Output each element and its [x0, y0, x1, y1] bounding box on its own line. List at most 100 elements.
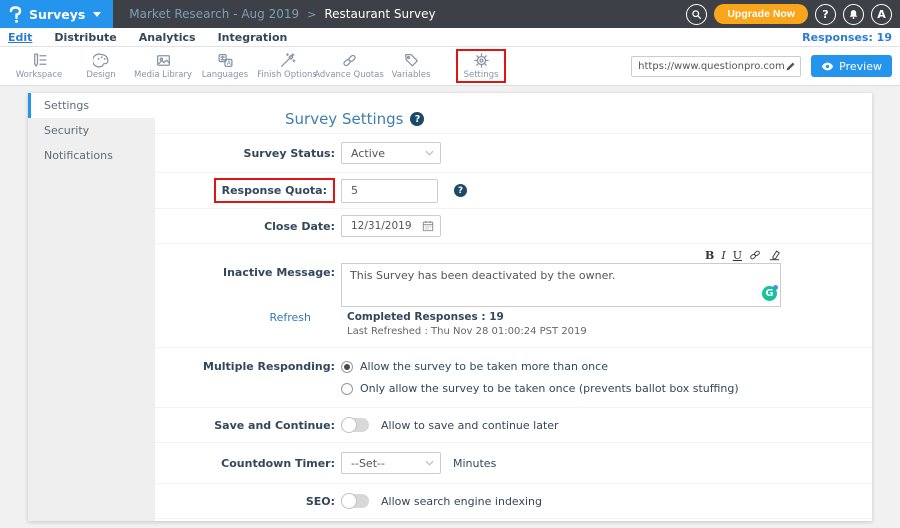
countdown-timer-row: Countdown Timer: --Set-- Minutes [155, 442, 872, 483]
surveys-menu[interactable]: Surveys [0, 0, 113, 28]
survey-status-label: Survey Status: [155, 147, 341, 160]
countdown-timer-label: Countdown Timer: [155, 457, 341, 470]
grammarly-icon: G [762, 286, 777, 301]
toolbar-item-label: Variables [392, 70, 431, 80]
toolbar-item-advance-quotas[interactable]: Advance Quotas [318, 52, 380, 80]
format-toolbar: B I U [341, 248, 781, 261]
languages-icon: A [217, 52, 234, 69]
settings-sidebar: Settings Security Notifications [28, 93, 155, 521]
radio-multiple-allowed[interactable] [341, 361, 353, 373]
bell-icon [848, 9, 859, 20]
notifications-button[interactable] [843, 4, 864, 25]
multiple-responding-label: Multiple Responding: [155, 360, 341, 373]
toolbar-item-label: Languages [202, 70, 248, 80]
preview-icon [821, 62, 834, 71]
radio-multiple-allowed-label[interactable]: Allow the survey to be taken more than o… [360, 360, 608, 373]
workspace-icon [31, 52, 48, 69]
responses-count[interactable]: Responses: 19 [802, 31, 892, 44]
close-date-input[interactable] [351, 220, 415, 232]
countdown-timer-value: --Set-- [351, 457, 425, 470]
save-continue-label: Save and Continue: [155, 419, 341, 432]
seo-text: Allow search engine indexing [381, 495, 542, 508]
page-title: Survey Settings [285, 110, 403, 128]
preview-label: Preview [839, 60, 882, 73]
avatar[interactable]: A [871, 4, 892, 25]
search-icon [691, 9, 702, 20]
bold-button[interactable]: B [705, 250, 714, 261]
underline-button[interactable]: U [733, 250, 742, 261]
inactive-message-textarea[interactable]: This Survey has been deactivated by the … [341, 263, 781, 307]
svg-text:A: A [226, 61, 230, 67]
toolbar-item-workspace[interactable]: Workspace [8, 52, 70, 80]
seo-toggle[interactable] [341, 494, 369, 508]
survey-nav: Edit Distribute Analytics Integration Re… [0, 28, 900, 47]
content-area: Settings Security Notifications Survey S… [0, 86, 900, 528]
preview-button[interactable]: Preview [811, 55, 892, 77]
top-bar: Surveys Market Research - Aug 2019 > Res… [0, 0, 900, 28]
title-help-icon[interactable]: ? [410, 112, 424, 126]
seo-row: SEO: Allow search engine indexing [155, 483, 872, 518]
tab-edit[interactable]: Edit [8, 31, 32, 44]
search-button[interactable] [686, 4, 707, 25]
save-continue-row: Save and Continue: Allow to save and con… [155, 407, 872, 442]
topbar-actions: Upgrade Now ? A [686, 4, 892, 25]
multiple-responding-row: Multiple Responding: Allow the survey to… [155, 347, 872, 407]
help-button[interactable]: ? [815, 4, 836, 25]
italic-button[interactable]: I [721, 250, 725, 261]
upgrade-now-button[interactable]: Upgrade Now [714, 4, 808, 24]
refresh-row: Refresh Completed Responses : 19 Last Re… [155, 311, 781, 337]
settings-panel: Settings Security Notifications Survey S… [28, 93, 872, 521]
breadcrumb-separator: > [307, 8, 316, 21]
title-row: Survey Settings ? [285, 105, 872, 133]
response-quota-row: Response Quota: ? [155, 172, 872, 208]
variables-icon [403, 52, 420, 69]
edit-url-icon[interactable] [785, 61, 796, 72]
save-row: Save Changes [155, 518, 872, 521]
toolbar-item-languages[interactable]: A Languages [194, 52, 256, 80]
refresh-link[interactable]: Refresh [155, 311, 341, 337]
sidebar-item-notifications[interactable]: Notifications [28, 143, 155, 168]
survey-status-select[interactable]: Active [341, 142, 441, 164]
close-date-picker[interactable] [341, 215, 441, 237]
logo-icon [8, 6, 23, 23]
toolbar-item-settings[interactable]: Settings [456, 49, 506, 83]
toolbar-item-label: Workspace [16, 70, 62, 80]
toolbar-item-label: Settings [464, 70, 499, 80]
toolbar-item-variables[interactable]: Variables [380, 52, 442, 80]
link-icon[interactable] [749, 249, 761, 261]
breadcrumb-parent[interactable]: Market Research - Aug 2019 [129, 7, 299, 21]
countdown-timer-select[interactable]: --Set-- [341, 452, 441, 474]
response-quota-label: Response Quota: [214, 178, 335, 203]
tab-analytics[interactable]: Analytics [139, 31, 196, 44]
remove-format-icon[interactable] [768, 249, 781, 261]
toolbar-item-finish-options[interactable]: Finish Options [256, 52, 318, 80]
calendar-icon [422, 220, 434, 232]
survey-url-input[interactable] [638, 61, 785, 72]
sidebar-item-security[interactable]: Security [28, 118, 155, 143]
close-date-label: Close Date: [155, 220, 341, 233]
sidebar-item-settings[interactable]: Settings [28, 93, 155, 118]
toggle-knob [341, 417, 357, 433]
finish-options-icon [279, 52, 296, 69]
toolbar-item-label: Finish Options [257, 70, 317, 80]
response-quota-input[interactable] [341, 179, 438, 203]
toolbar-item-design[interactable]: Design [70, 52, 132, 80]
edit-toolbar: Workspace Design Media Library A Languag… [0, 47, 900, 86]
toolbar-item-media-library[interactable]: Media Library [132, 52, 194, 80]
advance-quotas-icon [341, 52, 358, 69]
tab-distribute[interactable]: Distribute [54, 31, 116, 44]
settings-main: Survey Settings ? Survey Status: Active … [155, 93, 872, 521]
tab-integration[interactable]: Integration [218, 31, 288, 44]
survey-url-box [631, 56, 801, 77]
radio-once-only-label[interactable]: Only allow the survey to be taken once (… [360, 382, 739, 395]
save-continue-toggle[interactable] [341, 418, 369, 432]
response-quota-help-icon[interactable]: ? [454, 184, 467, 197]
brand-label: Surveys [29, 7, 85, 22]
seo-label: SEO: [155, 495, 341, 508]
settings-icon [473, 52, 490, 69]
save-continue-text: Allow to save and continue later [381, 419, 559, 432]
toolbar-item-label: Media Library [134, 70, 192, 80]
toolbar-item-label: Advance Quotas [314, 70, 384, 80]
radio-once-only[interactable] [341, 383, 353, 395]
survey-nav-tabs: Edit Distribute Analytics Integration [8, 31, 287, 44]
